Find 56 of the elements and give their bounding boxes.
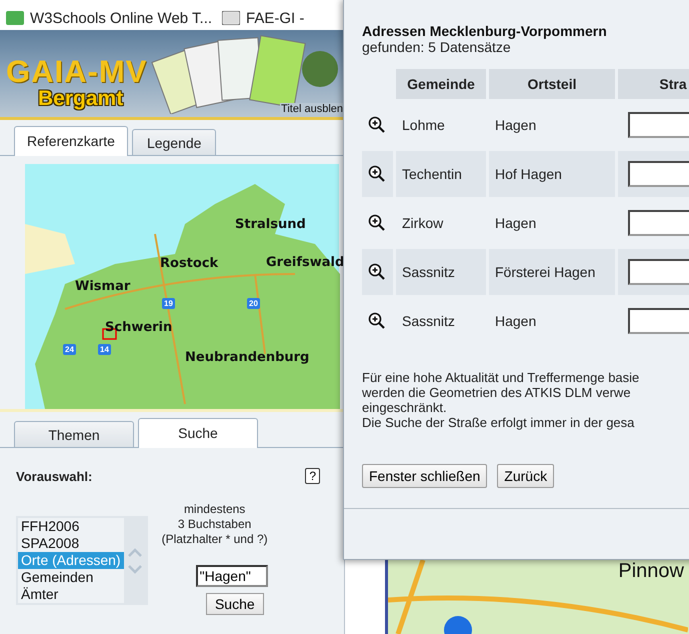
- road-number: 20: [247, 298, 260, 309]
- dialog-title: Adressen Mecklenburg-Vorpommern: [362, 23, 608, 39]
- city-label: Wismar: [75, 279, 130, 294]
- note-text: Die Suche der Straße erfolgt immer in der gesa: [362, 415, 636, 430]
- road-number: 14: [98, 344, 111, 355]
- column-header: Stra: [618, 69, 689, 99]
- table-cell: Techentin: [402, 166, 462, 182]
- list-option[interactable]: SPA2008: [18, 535, 124, 552]
- table-cell: Hagen: [495, 117, 536, 133]
- city-label: Rostock: [160, 256, 218, 271]
- banner-subtitle: Bergamt: [38, 87, 124, 111]
- search-button[interactable]: Suche: [206, 593, 264, 615]
- zoom-in-icon[interactable]: [368, 214, 386, 232]
- road-number: 19: [162, 298, 175, 309]
- map-tab[interactable]: Referenzkarte: [14, 126, 128, 156]
- table-cell: Sassnitz: [402, 264, 455, 280]
- list-option[interactable]: FFH2006: [18, 518, 124, 535]
- table-cell: Hof Hagen: [495, 166, 562, 182]
- table-cell: Lohme: [402, 117, 445, 133]
- preselect-listbox[interactable]: FFH2006 SPA2008 Orte (Adressen) Gemeinden Ämter: [16, 516, 148, 605]
- panel-tab[interactable]: Suche: [138, 418, 258, 448]
- preselect-label: Vorauswahl:: [16, 468, 94, 484]
- column-header: Gemeinde: [396, 69, 486, 99]
- zoom-in-icon[interactable]: [368, 312, 386, 330]
- bookmark-icon: [6, 11, 24, 25]
- note-text: Für eine hohe Aktualität und Treffermenge basie: [362, 370, 640, 385]
- dialog-button[interactable]: Fenster schließen: [362, 464, 488, 488]
- panel-tab[interactable]: Themen: [14, 421, 134, 447]
- search-input[interactable]: "Hagen": [196, 565, 268, 587]
- list-option[interactable]: Gemeinden: [18, 569, 124, 586]
- map-tab[interactable]: Legende: [132, 129, 216, 155]
- result-count: gefunden: 5 Datensätze: [362, 39, 512, 55]
- help-icon[interactable]: ?: [305, 468, 320, 484]
- zoom-in-icon[interactable]: [368, 263, 386, 281]
- zoom-in-icon[interactable]: [368, 165, 386, 183]
- dialog-button[interactable]: Zurück: [497, 464, 554, 488]
- column-header: Ortsteil: [489, 69, 615, 99]
- bookmark-link[interactable]: W3Schools Online Web T...: [6, 10, 212, 26]
- search-hint: mindestens 3 Buchstaben (Platzhalter * und ?): [162, 502, 268, 547]
- table-cell: Hagen: [495, 313, 536, 329]
- city-label: Neubrandenburg: [185, 350, 310, 365]
- table-cell: Försterei Hagen: [495, 264, 596, 280]
- city-label: Schwerin: [105, 320, 172, 335]
- bookmark-icon: [222, 11, 240, 25]
- table-cell: Sassnitz: [402, 313, 455, 329]
- note-text: eingeschränkt.: [362, 400, 448, 415]
- zoom-in-icon[interactable]: [368, 116, 386, 134]
- list-option[interactable]: Ämter: [18, 586, 124, 603]
- table-cell: Zirkow: [402, 215, 444, 231]
- bookmark-link[interactable]: FAE-GI -: [222, 10, 304, 26]
- hide-title-link[interactable]: Titel ausblen: [280, 103, 344, 115]
- note-text: werden die Geometrien des ATKIS DLM verwe: [362, 385, 632, 400]
- road-number: 24: [63, 344, 76, 355]
- table-cell: Hagen: [495, 215, 536, 231]
- map-place-label: Pinnow: [618, 560, 684, 583]
- banner-title: GAIA-MV: [6, 56, 148, 87]
